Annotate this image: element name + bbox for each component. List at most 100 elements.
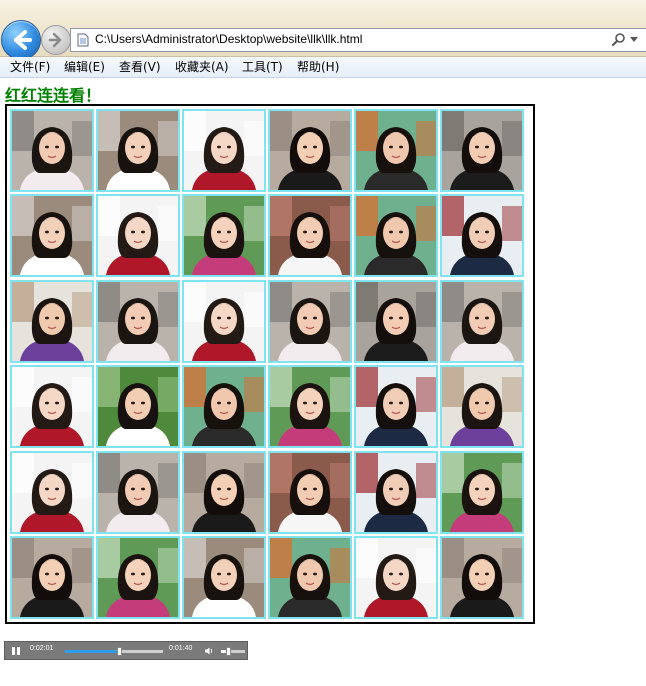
portrait-photo [12, 452, 92, 532]
photo-tile[interactable] [354, 450, 438, 534]
portrait-photo [270, 111, 350, 190]
photo-tile[interactable] [182, 536, 266, 619]
photo-tile[interactable] [268, 365, 352, 449]
photo-tile[interactable] [96, 109, 180, 192]
seek-bar[interactable] [65, 650, 163, 653]
photo-tile[interactable] [10, 536, 94, 619]
portrait-photo [12, 196, 92, 276]
portrait-photo [442, 452, 522, 532]
portrait-photo [270, 452, 350, 532]
back-arrow-icon [14, 30, 32, 50]
menu-help[interactable]: 帮助(H) [297, 59, 339, 75]
photo-tile[interactable] [354, 365, 438, 449]
photo-tile[interactable] [268, 109, 352, 192]
photo-tile[interactable] [268, 194, 352, 278]
portrait-photo [98, 196, 178, 276]
photo-tile[interactable] [182, 194, 266, 278]
volume-icon[interactable] [204, 646, 214, 656]
photo-tile[interactable] [268, 450, 352, 534]
portrait-photo [98, 538, 178, 617]
page-file-icon [77, 33, 89, 47]
back-button[interactable] [1, 20, 41, 60]
pause-icon-bar [17, 647, 20, 655]
portrait-photo [356, 538, 436, 617]
seek-bar-fill [65, 650, 119, 653]
photo-tile[interactable] [182, 450, 266, 534]
photo-tile[interactable] [354, 109, 438, 192]
portrait-photo [184, 538, 264, 617]
forward-button[interactable] [41, 25, 71, 55]
menu-favorites[interactable]: 收藏夹(A) [175, 59, 229, 75]
browser-chrome: C:\Users\Administrator\Desktop\website\l… [0, 0, 646, 60]
portrait-photo [12, 281, 92, 361]
portrait-photo [356, 367, 436, 447]
photo-tile[interactable] [440, 109, 524, 192]
portrait-photo [270, 367, 350, 447]
portrait-photo [184, 452, 264, 532]
photo-tile[interactable] [96, 450, 180, 534]
photo-tile[interactable] [96, 365, 180, 449]
portrait-photo [184, 111, 264, 190]
portrait-photo [12, 111, 92, 190]
dropdown-arrow-icon[interactable] [629, 36, 639, 44]
portrait-photo [442, 111, 522, 190]
portrait-photo [184, 196, 264, 276]
elapsed-time: 0:02:01 [30, 645, 54, 652]
photo-tile[interactable] [440, 279, 524, 363]
total-time: 0:01:40 [169, 645, 193, 652]
portrait-photo [98, 452, 178, 532]
photo-tile[interactable] [440, 365, 524, 449]
portrait-photo [12, 367, 92, 447]
photo-tile[interactable] [96, 279, 180, 363]
menu-tools[interactable]: 工具(T) [242, 59, 283, 75]
menu-view[interactable]: 查看(V) [119, 59, 161, 75]
forward-arrow-icon [48, 32, 62, 48]
photo-tile[interactable] [440, 536, 524, 619]
search-icon[interactable] [611, 32, 627, 48]
portrait-photo [184, 367, 264, 447]
game-board [5, 104, 535, 624]
photo-tile[interactable] [10, 279, 94, 363]
photo-tile[interactable] [10, 365, 94, 449]
photo-tile[interactable] [10, 109, 94, 192]
portrait-photo [356, 281, 436, 361]
portrait-photo [98, 111, 178, 190]
portrait-photo [442, 281, 522, 361]
portrait-photo [98, 281, 178, 361]
photo-tile[interactable] [268, 279, 352, 363]
photo-tile[interactable] [440, 194, 524, 278]
portrait-photo [442, 196, 522, 276]
photo-tile[interactable] [182, 365, 266, 449]
portrait-photo [356, 452, 436, 532]
portrait-photo [98, 367, 178, 447]
menu-bar: 文件(F) 编辑(E) 查看(V) 收藏夹(A) 工具(T) 帮助(H) [0, 57, 646, 78]
volume-handle[interactable] [226, 647, 232, 656]
portrait-photo [270, 196, 350, 276]
portrait-photo [184, 281, 264, 361]
photo-tile[interactable] [10, 194, 94, 278]
seek-handle[interactable] [116, 647, 122, 656]
photo-tile[interactable] [440, 450, 524, 534]
volume-slider[interactable] [221, 650, 245, 653]
page-title: 红红连连看！ [5, 86, 102, 105]
portrait-photo [356, 196, 436, 276]
address-bar[interactable]: C:\Users\Administrator\Desktop\website\l… [70, 28, 646, 52]
photo-tile[interactable] [268, 536, 352, 619]
media-player: 0:02:01 0:01:40 [4, 641, 248, 660]
pause-button[interactable] [11, 646, 21, 656]
photo-tile[interactable] [354, 194, 438, 278]
pause-icon [12, 647, 15, 655]
portrait-photo [270, 538, 350, 617]
photo-tile[interactable] [354, 279, 438, 363]
photo-tile[interactable] [10, 450, 94, 534]
address-url[interactable]: C:\Users\Administrator\Desktop\website\l… [95, 32, 362, 46]
photo-tile[interactable] [96, 194, 180, 278]
menu-file[interactable]: 文件(F) [10, 59, 50, 75]
portrait-photo [356, 111, 436, 190]
photo-tile[interactable] [182, 109, 266, 192]
portrait-photo [442, 367, 522, 447]
menu-edit[interactable]: 编辑(E) [64, 59, 105, 75]
photo-tile[interactable] [354, 536, 438, 619]
photo-tile[interactable] [182, 279, 266, 363]
photo-tile[interactable] [96, 536, 180, 619]
